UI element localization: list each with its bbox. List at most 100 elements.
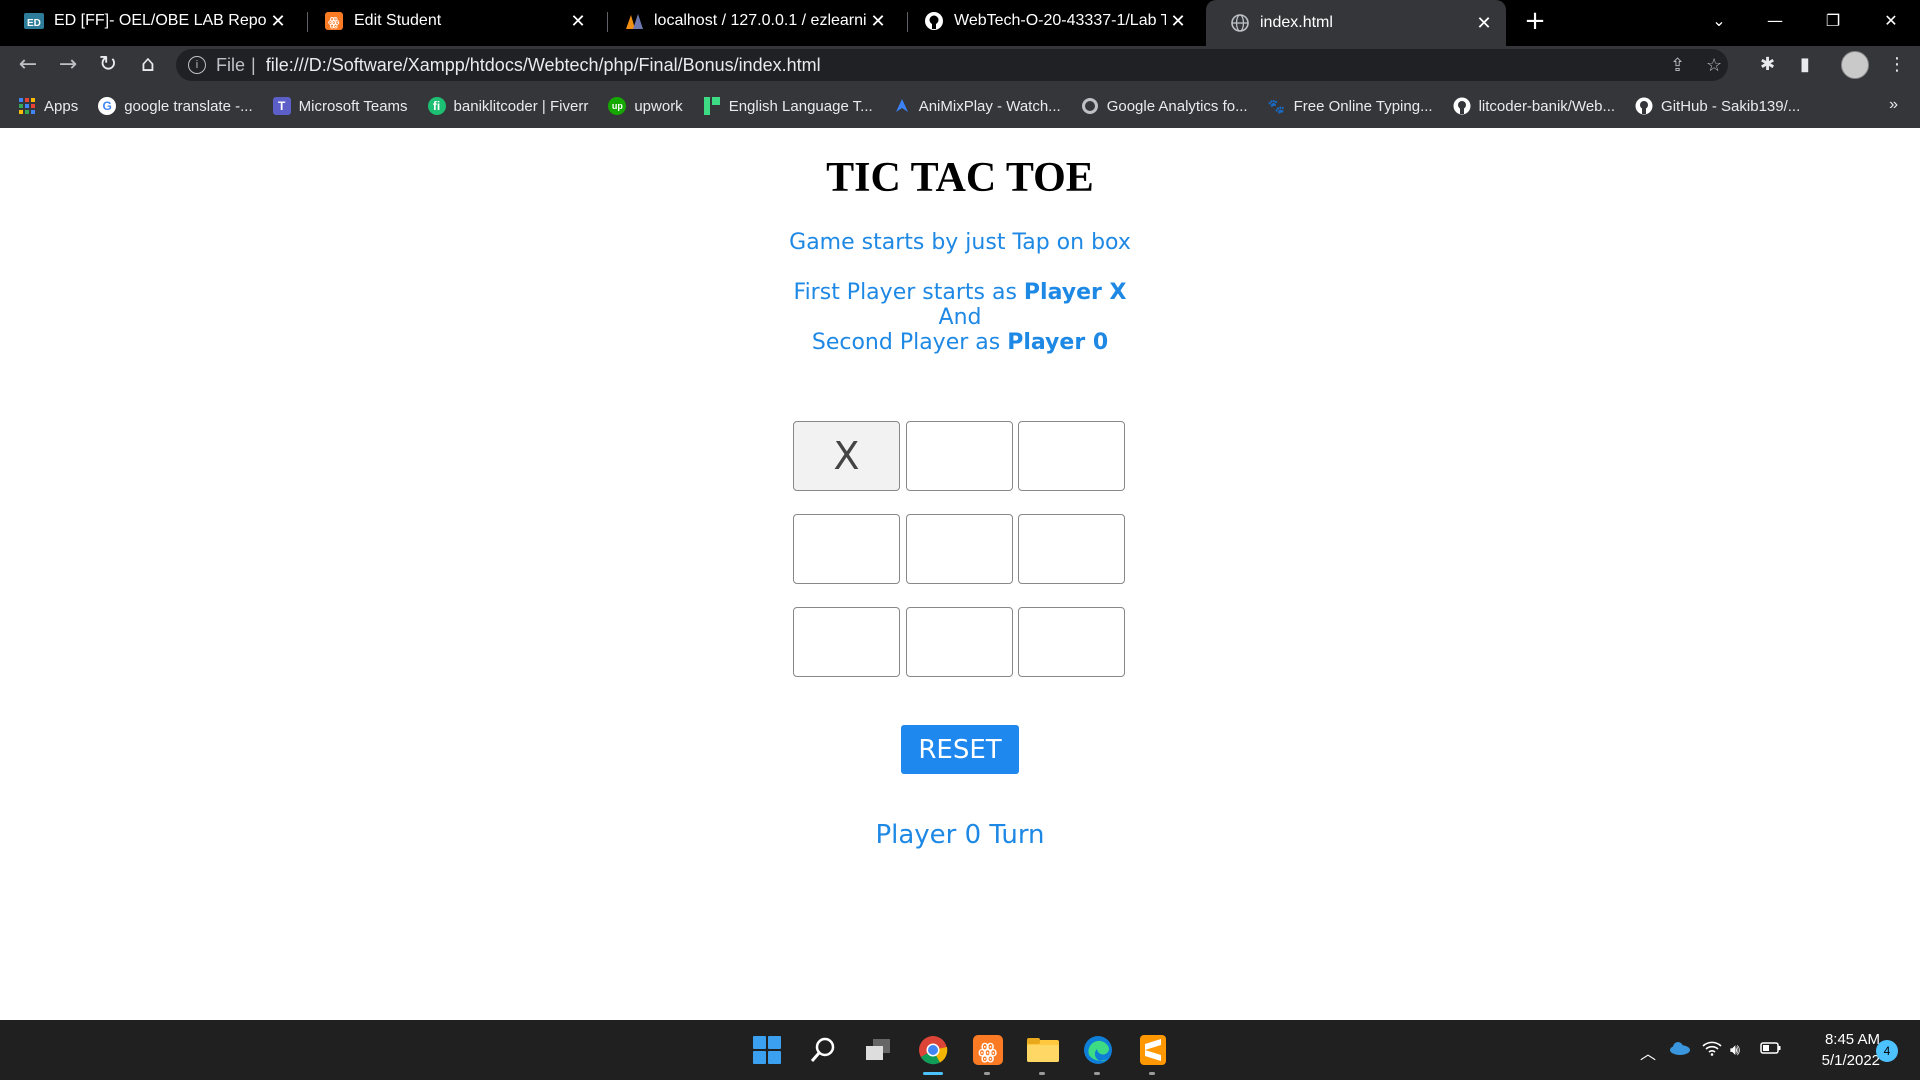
extensions-icon[interactable]: ✱ xyxy=(1760,54,1775,75)
running-app-indicator xyxy=(984,1072,990,1075)
apps-grid-icon xyxy=(18,97,36,115)
address-bar[interactable]: i File | file:///D:/Software/Xampp/htdoc… xyxy=(176,49,1728,81)
clock-date: 5/1/2022 xyxy=(1821,1052,1880,1069)
window-controls: — ❐ ✕ xyxy=(1746,0,1920,40)
task-view-icon[interactable] xyxy=(862,1034,894,1066)
bookmark-google-analytics[interactable]: Google Analytics fo... xyxy=(1081,97,1248,115)
board-cell-8[interactable] xyxy=(906,607,1013,677)
battery-icon[interactable] xyxy=(1760,1040,1782,1059)
wifi-icon[interactable] xyxy=(1702,1040,1722,1060)
board-cell-6[interactable] xyxy=(1018,514,1125,584)
tab-github-webtech[interactable]: WebTech-O-20-43337-1/Lab Tasl ✕ xyxy=(900,0,1200,42)
home-icon[interactable]: ⌂ xyxy=(136,53,160,77)
and-text: And xyxy=(938,305,982,330)
bookmark-icon xyxy=(703,97,721,115)
running-app-indicator xyxy=(1149,1072,1155,1075)
bookmark-apps[interactable]: Apps xyxy=(18,97,78,115)
bookmark-label: GitHub - Sakib139/... xyxy=(1661,97,1801,115)
close-tab-icon[interactable]: ✕ xyxy=(1166,11,1190,32)
profile-avatar[interactable] xyxy=(1841,51,1869,79)
bookmark-microsoft-teams[interactable]: T Microsoft Teams xyxy=(272,97,408,115)
bookmark-label: google translate -... xyxy=(124,97,253,115)
side-panel-icon[interactable]: ▮ xyxy=(1800,54,1810,75)
bookmark-label: English Language T... xyxy=(728,97,873,115)
windows-start-icon[interactable] xyxy=(751,1034,783,1066)
board-cell-7[interactable] xyxy=(793,607,900,677)
tab-title: localhost / 127.0.0.1 / ezlearning xyxy=(654,12,866,29)
close-tab-icon[interactable]: ✕ xyxy=(1472,13,1496,34)
tab-phpmyadmin[interactable]: localhost / 127.0.0.1 / ezlearning ✕ xyxy=(600,0,900,42)
tab-title: Edit Student xyxy=(354,12,442,29)
github-icon xyxy=(924,11,944,31)
bookmark-fiverr[interactable]: fi baniklitcoder | Fiverr xyxy=(427,97,588,115)
tab-edit-student[interactable]: ꙮ Edit Student ✕ xyxy=(300,0,600,42)
start-hint: Game starts by just Tap on box xyxy=(789,230,1131,255)
tab-search-icon[interactable]: ⌄ xyxy=(1690,0,1748,40)
new-tab-button[interactable]: + xyxy=(1522,8,1548,34)
board-cell-1[interactable]: X xyxy=(793,421,900,491)
system-clock[interactable]: 8:45 AM 5/1/2022 xyxy=(1798,1029,1880,1071)
phpmyadmin-icon xyxy=(624,11,644,31)
tab-title: ED [FF]- OEL/OBE LAB Report Fin xyxy=(54,12,266,29)
url-separator: | xyxy=(251,54,256,75)
menu-icon[interactable]: ⋮ xyxy=(1888,54,1906,75)
board-cell-3[interactable] xyxy=(1018,421,1125,491)
forward-icon[interactable]: → xyxy=(56,53,80,77)
tab-title: index.html xyxy=(1260,14,1333,31)
bookmark-label: Free Online Typing... xyxy=(1293,97,1433,115)
share-icon[interactable]: ⇪ xyxy=(1670,55,1685,76)
chevron-up-icon[interactable]: ︿ xyxy=(1640,1040,1656,1064)
svg-text:ED: ED xyxy=(27,18,41,29)
close-tab-icon[interactable]: ✕ xyxy=(266,11,290,32)
chrome-icon[interactable] xyxy=(917,1034,949,1066)
bookmark-upwork[interactable]: up upwork xyxy=(608,97,683,115)
svg-text:ꙮ: ꙮ xyxy=(978,1039,997,1063)
notification-badge[interactable]: 4 xyxy=(1876,1040,1898,1062)
tab-title: WebTech-O-20-43337-1/Lab Tasl xyxy=(954,12,1166,29)
file-explorer-icon[interactable] xyxy=(1027,1034,1059,1066)
site-info-icon[interactable]: i xyxy=(188,56,206,74)
bookmark-label: Microsoft Teams xyxy=(298,97,408,115)
running-app-indicator xyxy=(1039,1072,1045,1075)
bookmark-star-icon[interactable]: ☆ xyxy=(1706,55,1722,76)
board-cell-5[interactable] xyxy=(906,514,1013,584)
board-cell-9[interactable] xyxy=(1018,607,1125,677)
xampp-icon[interactable]: ꙮ xyxy=(972,1034,1004,1066)
close-tab-icon[interactable]: ✕ xyxy=(566,11,590,32)
reload-icon[interactable]: ↻ xyxy=(96,53,120,77)
player-o-prefix: Second Player as xyxy=(811,330,1008,355)
bookmark-google-translate[interactable]: G google translate -... xyxy=(98,97,253,115)
close-tab-icon[interactable]: ✕ xyxy=(866,11,890,32)
edge-icon[interactable] xyxy=(1082,1034,1114,1066)
board-cell-2[interactable] xyxy=(906,421,1013,491)
page-content: TIC TAC TOE Game starts by just Tap on b… xyxy=(0,128,1920,1020)
bookmark-sakib-github[interactable]: GitHub - Sakib139/... xyxy=(1635,97,1800,115)
board-cell-4[interactable] xyxy=(793,514,900,584)
bookmark-label: AniMixPlay - Watch... xyxy=(918,97,1061,115)
more-bookmarks-icon[interactable]: » xyxy=(1889,96,1898,114)
ed-icon: ED xyxy=(24,11,44,31)
turn-status: Player 0 Turn xyxy=(875,820,1045,850)
volume-icon[interactable]: 🔊︎ xyxy=(1730,1040,1740,1060)
sublime-text-icon[interactable] xyxy=(1137,1034,1169,1066)
running-app-indicator xyxy=(1094,1072,1100,1075)
search-icon[interactable] xyxy=(807,1034,839,1066)
minimize-icon[interactable]: — xyxy=(1746,0,1804,40)
google-icon: G xyxy=(98,97,117,115)
reset-button[interactable]: RESET xyxy=(901,725,1019,774)
bookmark-typing[interactable]: 🐾 Free Online Typing... xyxy=(1268,97,1433,115)
onedrive-icon[interactable] xyxy=(1669,1040,1691,1059)
back-icon[interactable]: ← xyxy=(16,53,40,77)
player-o-info: Second Player as Player 0 xyxy=(0,330,1920,355)
clock-time: 8:45 AM xyxy=(1824,1031,1880,1048)
tab-lab-report[interactable]: ED ED [FF]- OEL/OBE LAB Report Fin ✕ xyxy=(0,0,300,42)
tab-index-html[interactable]: index.html ✕ xyxy=(1206,0,1506,46)
player-o-label: Player 0 xyxy=(1007,330,1109,355)
bookmark-english-language[interactable]: English Language T... xyxy=(703,97,873,115)
bookmark-animixplay[interactable]: AniMixPlay - Watch... xyxy=(893,97,1061,115)
url-text[interactable]: file:///D:/Software/Xampp/htdocs/Webtech… xyxy=(266,55,821,76)
url-scheme: File xyxy=(216,54,246,75)
bookmark-litcoder-github[interactable]: litcoder-banik/Web... xyxy=(1453,97,1615,115)
close-window-icon[interactable]: ✕ xyxy=(1862,0,1920,40)
restore-icon[interactable]: ❐ xyxy=(1804,0,1862,40)
